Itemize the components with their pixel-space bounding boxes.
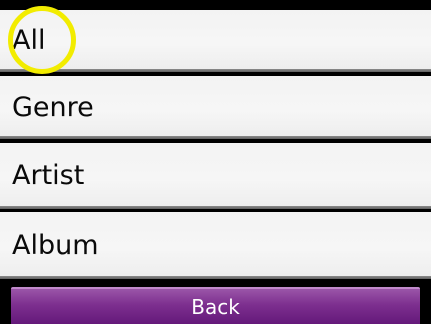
back-button-label: Back [191, 294, 240, 319]
menu-item-label: Genre [12, 91, 94, 123]
menu-item-label: Artist [12, 160, 85, 191]
music-browse-menu: All Genre Artist Album Back [0, 0, 431, 324]
menu-item-label: All [12, 25, 46, 56]
menu-item-label: Album [12, 229, 99, 261]
back-button[interactable]: Back [11, 287, 420, 324]
menu-item-genre[interactable]: Genre [0, 76, 431, 139]
menu-item-album[interactable]: Album [0, 212, 431, 279]
menu-item-all[interactable]: All [0, 10, 431, 72]
menu-item-artist[interactable]: Artist [0, 143, 431, 209]
